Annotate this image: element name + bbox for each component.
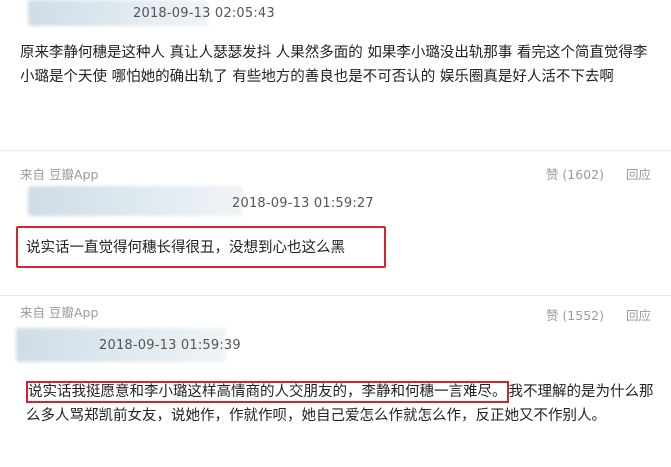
comment-timestamp: 2018-09-13 01:59:39 — [99, 338, 241, 353]
like-button[interactable]: 赞 (1552) — [546, 305, 604, 324]
reply-button[interactable]: 回应 — [626, 164, 651, 183]
reply-button[interactable]: 回应 — [626, 305, 651, 324]
comment-timestamp: 2018-09-13 01:59:27 — [232, 196, 374, 211]
comment-actions: 赞 (1602) 回应 — [546, 164, 651, 183]
comment-text: 原来李静何穗是这种人 真让人瑟瑟发抖 人果然多面的 如果李小璐没出轨那事 看完这… — [20, 45, 648, 85]
avatar-username-blurred — [28, 186, 243, 216]
divider — [0, 150, 671, 151]
comment-text: 说实话一直觉得何穗长得很丑，没想到心也这么黑 — [26, 240, 345, 256]
comment-text: 说实话我挺愿意和李小璐这样高情商的人交朋友的，李静和何穗一言难尽。 我不理解的是为… — [26, 380, 656, 428]
comment-timestamp: 2018-09-13 02:05:43 — [133, 6, 275, 21]
divider — [0, 295, 671, 296]
comment-source: 来自 豆瓣App — [20, 167, 99, 182]
like-button[interactable]: 赞 (1602) — [546, 164, 604, 183]
highlighted-text: 说实话我挺愿意和李小璐这样高情商的人交朋友的，李静和何穗一言难尽。 — [26, 381, 509, 403]
comment-actions: 赞 (1552) 回应 — [546, 305, 651, 324]
comment-source: 来自 豆瓣App — [20, 305, 99, 320]
